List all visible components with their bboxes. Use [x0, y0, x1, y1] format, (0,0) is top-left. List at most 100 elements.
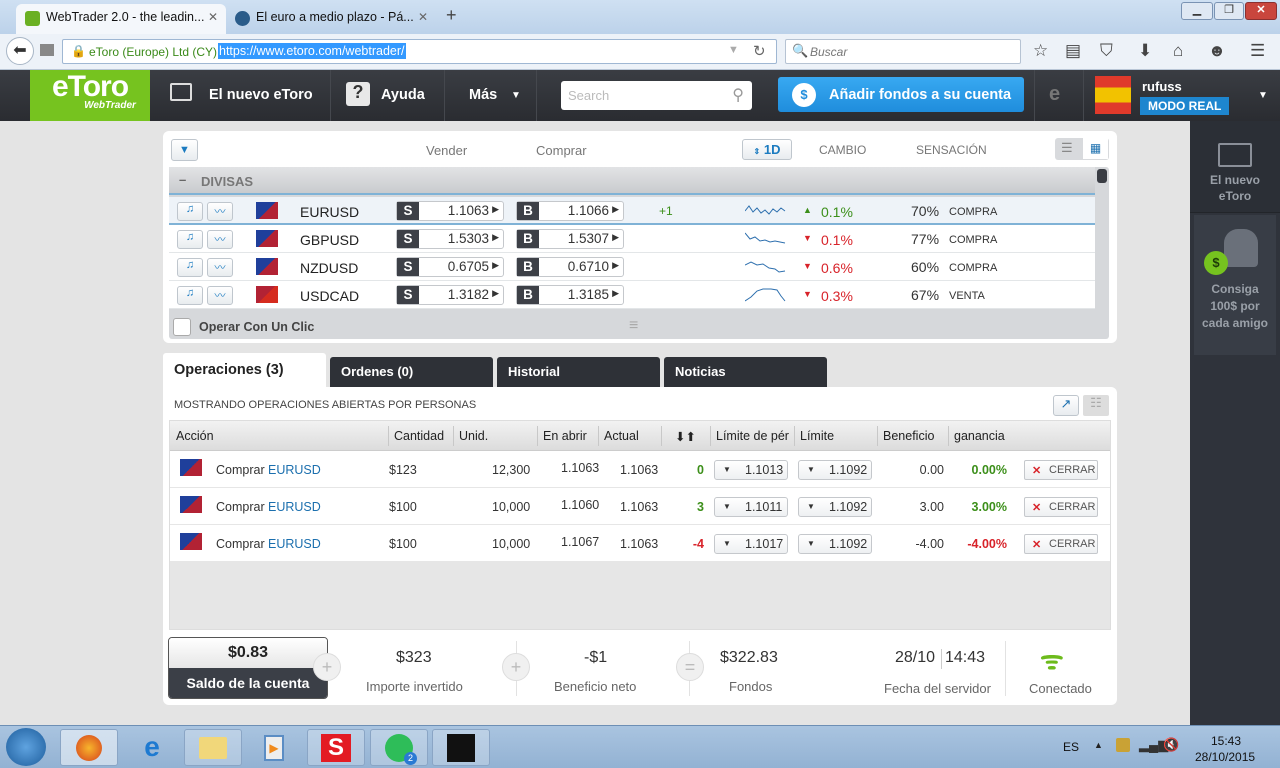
- nav-more[interactable]: Más: [469, 87, 497, 103]
- restore-button[interactable]: ❐: [1214, 2, 1244, 20]
- market-row[interactable]: ♫ 〰 NZDUSD S 0.6705 ▶ B 0.6710 ▶ ▼ 0.6% 60% …: [169, 253, 1095, 281]
- buy-button[interactable]: B 1.3185 ▶: [516, 285, 624, 305]
- explorer-taskbar-icon[interactable]: [184, 729, 242, 766]
- sort-icon[interactable]: ⬇⬆: [675, 429, 696, 444]
- app-search-input[interactable]: Search ⚲: [561, 81, 752, 110]
- stop-loss-button[interactable]: ▼ 1.1011: [714, 497, 788, 517]
- start-button[interactable]: [6, 728, 46, 766]
- add-funds-button[interactable]: $ Añadir fondos a su cuenta: [778, 77, 1024, 112]
- take-profit-button[interactable]: ▼ 1.1092: [798, 534, 872, 554]
- address-bar[interactable]: 🔒 eToro (Europe) Ltd (CY) https://www.et…: [62, 39, 777, 64]
- column-header[interactable]: Cantidad: [394, 429, 444, 443]
- chat-icon[interactable]: ☻: [1208, 41, 1226, 61]
- media-player-taskbar-icon[interactable]: ▶: [245, 729, 303, 766]
- chart-icon[interactable]: 〰: [207, 258, 233, 277]
- new-tab-button[interactable]: +: [446, 5, 457, 26]
- show-hidden-icons[interactable]: ▲: [1094, 740, 1103, 750]
- tab-historial[interactable]: Historial: [497, 357, 660, 387]
- sidebar-referral[interactable]: $ Consiga 100$ por cada amigo: [1194, 215, 1276, 355]
- tab-noticias[interactable]: Noticias: [664, 357, 827, 387]
- symbol[interactable]: EURUSD: [300, 204, 359, 220]
- group-header-divisas[interactable]: – DIVISAS: [169, 167, 1095, 195]
- alert-bell-icon[interactable]: ♫: [177, 202, 203, 221]
- chart-view-icon[interactable]: ↗: [1053, 395, 1079, 416]
- close-position-button[interactable]: ✕ CERRAR: [1024, 534, 1098, 554]
- symbol[interactable]: GBPUSD: [300, 232, 359, 248]
- market-row[interactable]: ♫ 〰 EURUSD S 1.1063 ▶ B 1.1066 ▶ +1 ▲ 0.1% 7…: [169, 197, 1095, 225]
- sell-button[interactable]: S 0.6705 ▶: [396, 257, 504, 277]
- app-s-taskbar-icon[interactable]: S: [307, 729, 365, 766]
- column-header[interactable]: ganancia: [954, 429, 1005, 443]
- symbol-link[interactable]: EURUSD: [268, 500, 321, 514]
- tab-euro-article[interactable]: El euro a medio plazo - Pá... ✕: [226, 4, 436, 34]
- grid-view-icon[interactable]: ▦: [1083, 138, 1108, 159]
- filter-button[interactable]: ▼: [171, 139, 198, 161]
- etoro-logo[interactable]: eToro WebTrader: [30, 70, 150, 121]
- close-window-button[interactable]: ✕: [1245, 2, 1277, 20]
- one-click-checkbox[interactable]: [173, 318, 191, 336]
- alert-bell-icon[interactable]: ♫: [177, 230, 203, 249]
- symbol-link[interactable]: EURUSD: [268, 463, 321, 477]
- chart-icon[interactable]: 〰: [207, 230, 233, 249]
- collapse-icon[interactable]: –: [179, 172, 186, 187]
- nav-help[interactable]: Ayuda: [381, 87, 425, 103]
- tab-operaciones[interactable]: Operaciones (3): [163, 353, 326, 387]
- chart-icon[interactable]: 〰: [207, 202, 233, 221]
- stop-loss-button[interactable]: ▼ 1.1013: [714, 460, 788, 480]
- reading-list-icon[interactable]: ▤: [1065, 41, 1081, 61]
- clock-time[interactable]: 15:43: [1211, 734, 1241, 748]
- reload-icon[interactable]: ↻: [753, 42, 766, 60]
- chart-icon[interactable]: 〰: [207, 286, 233, 305]
- username[interactable]: rufuss: [1142, 79, 1182, 94]
- alert-bell-icon[interactable]: ♫: [177, 286, 203, 305]
- period-selector[interactable]: ⇕ 1D: [742, 139, 792, 160]
- market-row[interactable]: ♫ 〰 GBPUSD S 1.5303 ▶ B 1.5307 ▶ ▼ 0.1% 77% …: [169, 225, 1095, 253]
- column-header[interactable]: Límite: [800, 429, 834, 443]
- back-button[interactable]: ⬅: [6, 37, 34, 65]
- stop-loss-button[interactable]: ▼ 1.1017: [714, 534, 788, 554]
- volume-muted-icon[interactable]: 🔇: [1163, 737, 1179, 753]
- firefox-taskbar-icon[interactable]: [60, 729, 118, 766]
- avatar[interactable]: [1095, 76, 1131, 114]
- sell-button[interactable]: S 1.3182 ▶: [396, 285, 504, 305]
- column-header[interactable]: Actual: [604, 429, 639, 443]
- table-row[interactable]: Comprar EURUSD $100 10,000 1.1060 1.1063…: [170, 488, 1110, 525]
- pocket-icon[interactable]: ⛉: [1100, 41, 1113, 61]
- sell-button[interactable]: S 1.1063 ▶: [396, 201, 504, 221]
- etoro-bull-icon[interactable]: e: [1049, 83, 1060, 106]
- user-menu-chevron-icon[interactable]: ▼: [1258, 90, 1268, 101]
- symbol-link[interactable]: EURUSD: [268, 537, 321, 551]
- browser-search-input[interactable]: 🔍 Buscar: [785, 39, 1021, 64]
- tab-ordenes[interactable]: Ordenes (0): [330, 357, 493, 387]
- column-header[interactable]: Límite de pér: [716, 429, 789, 443]
- language-indicator[interactable]: ES: [1063, 740, 1079, 754]
- column-header[interactable]: Beneficio: [883, 429, 934, 443]
- buy-button[interactable]: B 1.5307 ▶: [516, 229, 624, 249]
- market-row[interactable]: ♫ 〰 USDCAD S 1.3182 ▶ B 1.3185 ▶ ▼ 0.3% 67% …: [169, 281, 1095, 309]
- clock-date[interactable]: 28/10/2015: [1195, 750, 1255, 764]
- download-icon[interactable]: ⬇: [1138, 41, 1152, 61]
- url-text[interactable]: https://www.etoro.com/webtrader/: [218, 43, 406, 59]
- close-tab-icon[interactable]: ✕: [208, 10, 218, 24]
- home-icon[interactable]: ⌂: [1173, 41, 1183, 61]
- menu-icon[interactable]: ☰: [1250, 41, 1265, 61]
- sidebar-new-etoro[interactable]: El nuevo eToro: [1190, 121, 1280, 213]
- minimize-button[interactable]: ▁: [1181, 2, 1213, 20]
- list-view-icon[interactable]: ☰: [1061, 140, 1073, 156]
- buy-button[interactable]: B 1.1066 ▶: [516, 201, 624, 221]
- tray-app-icon[interactable]: [1116, 738, 1130, 752]
- ie-taskbar-icon[interactable]: e: [123, 729, 181, 766]
- take-profit-button[interactable]: ▼ 1.1092: [798, 497, 872, 517]
- symbol[interactable]: USDCAD: [300, 288, 359, 304]
- tab-webtrader[interactable]: WebTrader 2.0 - the leadin... ✕: [16, 4, 226, 34]
- search-icon[interactable]: ⚲: [732, 85, 744, 105]
- column-header[interactable]: Unid.: [459, 429, 488, 443]
- alert-bell-icon[interactable]: ♫: [177, 258, 203, 277]
- buy-button[interactable]: B 0.6710 ▶: [516, 257, 624, 277]
- close-tab-icon[interactable]: ✕: [418, 10, 428, 24]
- symbol[interactable]: NZDUSD: [300, 260, 358, 276]
- sort-lines-icon[interactable]: ≡: [629, 317, 638, 335]
- dropdown-icon[interactable]: ▼: [728, 44, 739, 56]
- close-position-button[interactable]: ✕ CERRAR: [1024, 497, 1098, 517]
- close-position-button[interactable]: ✕ CERRAR: [1024, 460, 1098, 480]
